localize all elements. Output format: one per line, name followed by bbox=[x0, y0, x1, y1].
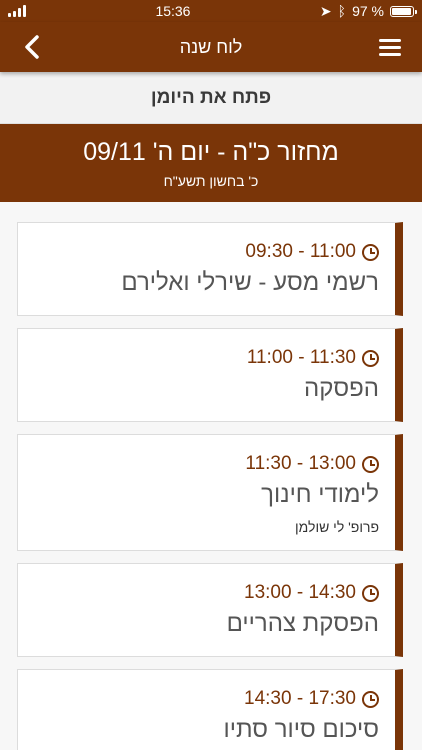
clock-icon bbox=[362, 349, 379, 367]
status-bar: 15:36 ➤ ᛒ 97 % bbox=[0, 0, 422, 22]
event-title: הפסקה bbox=[304, 375, 379, 402]
back-button[interactable] bbox=[16, 31, 48, 63]
event-card[interactable]: 14:30 - 13:00 הפסקת צהריים bbox=[17, 563, 403, 657]
chevron-left-icon bbox=[25, 35, 39, 59]
clock-icon bbox=[362, 690, 379, 708]
event-time: 17:30 - 14:30 bbox=[244, 688, 356, 709]
event-time-row: 17:30 - 14:30 bbox=[34, 688, 379, 710]
event-time: 13:00 - 11:30 bbox=[245, 453, 356, 474]
event-time-row: 11:00 - 09:30 bbox=[34, 241, 379, 263]
battery-fill bbox=[391, 7, 412, 15]
hebrew-date: כ' בחשון תשע"ח bbox=[163, 172, 259, 189]
event-subtitle: פרופ' לי שולמן bbox=[295, 519, 379, 535]
event-title: סיכום סיור סתיו bbox=[223, 716, 379, 743]
clock-icon bbox=[362, 243, 379, 261]
signal-icon bbox=[8, 5, 26, 17]
clock-icon bbox=[362, 455, 379, 473]
battery-percent: 97 % bbox=[352, 3, 384, 19]
event-card[interactable]: 11:30 - 11:00 הפסקה bbox=[17, 328, 403, 422]
event-time-row: 14:30 - 13:00 bbox=[34, 582, 379, 604]
bluetooth-icon: ᛒ bbox=[337, 3, 347, 19]
event-card[interactable]: 17:30 - 14:30 סיכום סיור סתיו bbox=[17, 669, 403, 750]
event-time-row: 13:00 - 11:30 bbox=[34, 453, 379, 475]
events-list: 11:00 - 09:30 רשמי מסע - שירלי ואלירם 11… bbox=[0, 202, 422, 750]
nav-bar: לוח שנה bbox=[0, 22, 422, 72]
status-time: 15:36 bbox=[155, 3, 191, 19]
event-time: 11:30 - 11:00 bbox=[246, 347, 356, 368]
event-title: הפסקת צהריים bbox=[226, 610, 379, 637]
day-header: מחזור כ"ה - יום ה' 09/11 כ' בחשון תשע"ח bbox=[0, 124, 422, 202]
event-title: רשמי מסע - שירלי ואלירם bbox=[121, 269, 379, 296]
event-time: 14:30 - 13:00 bbox=[244, 582, 356, 603]
hamburger-icon bbox=[379, 38, 401, 56]
location-icon: ➤ bbox=[319, 2, 332, 19]
event-time-row: 11:30 - 11:00 bbox=[34, 347, 379, 369]
event-card[interactable]: 11:00 - 09:30 רשמי מסע - שירלי ואלירם bbox=[17, 222, 403, 316]
open-diary-button[interactable]: פתח את היומן bbox=[0, 72, 422, 124]
event-card[interactable]: 13:00 - 11:30 לימודי חינוך פרופ' לי שולמ… bbox=[17, 434, 403, 551]
event-title: לימודי חינוך bbox=[261, 481, 379, 508]
event-time: 11:00 - 09:30 bbox=[245, 241, 356, 262]
status-right: ➤ ᛒ 97 % bbox=[319, 2, 417, 20]
battery-icon bbox=[389, 5, 417, 17]
clock-icon bbox=[362, 584, 379, 602]
menu-button[interactable] bbox=[374, 31, 406, 63]
page-title: לוח שנה bbox=[179, 36, 243, 57]
day-title: מחזור כ"ה - יום ה' 09/11 bbox=[83, 137, 339, 166]
